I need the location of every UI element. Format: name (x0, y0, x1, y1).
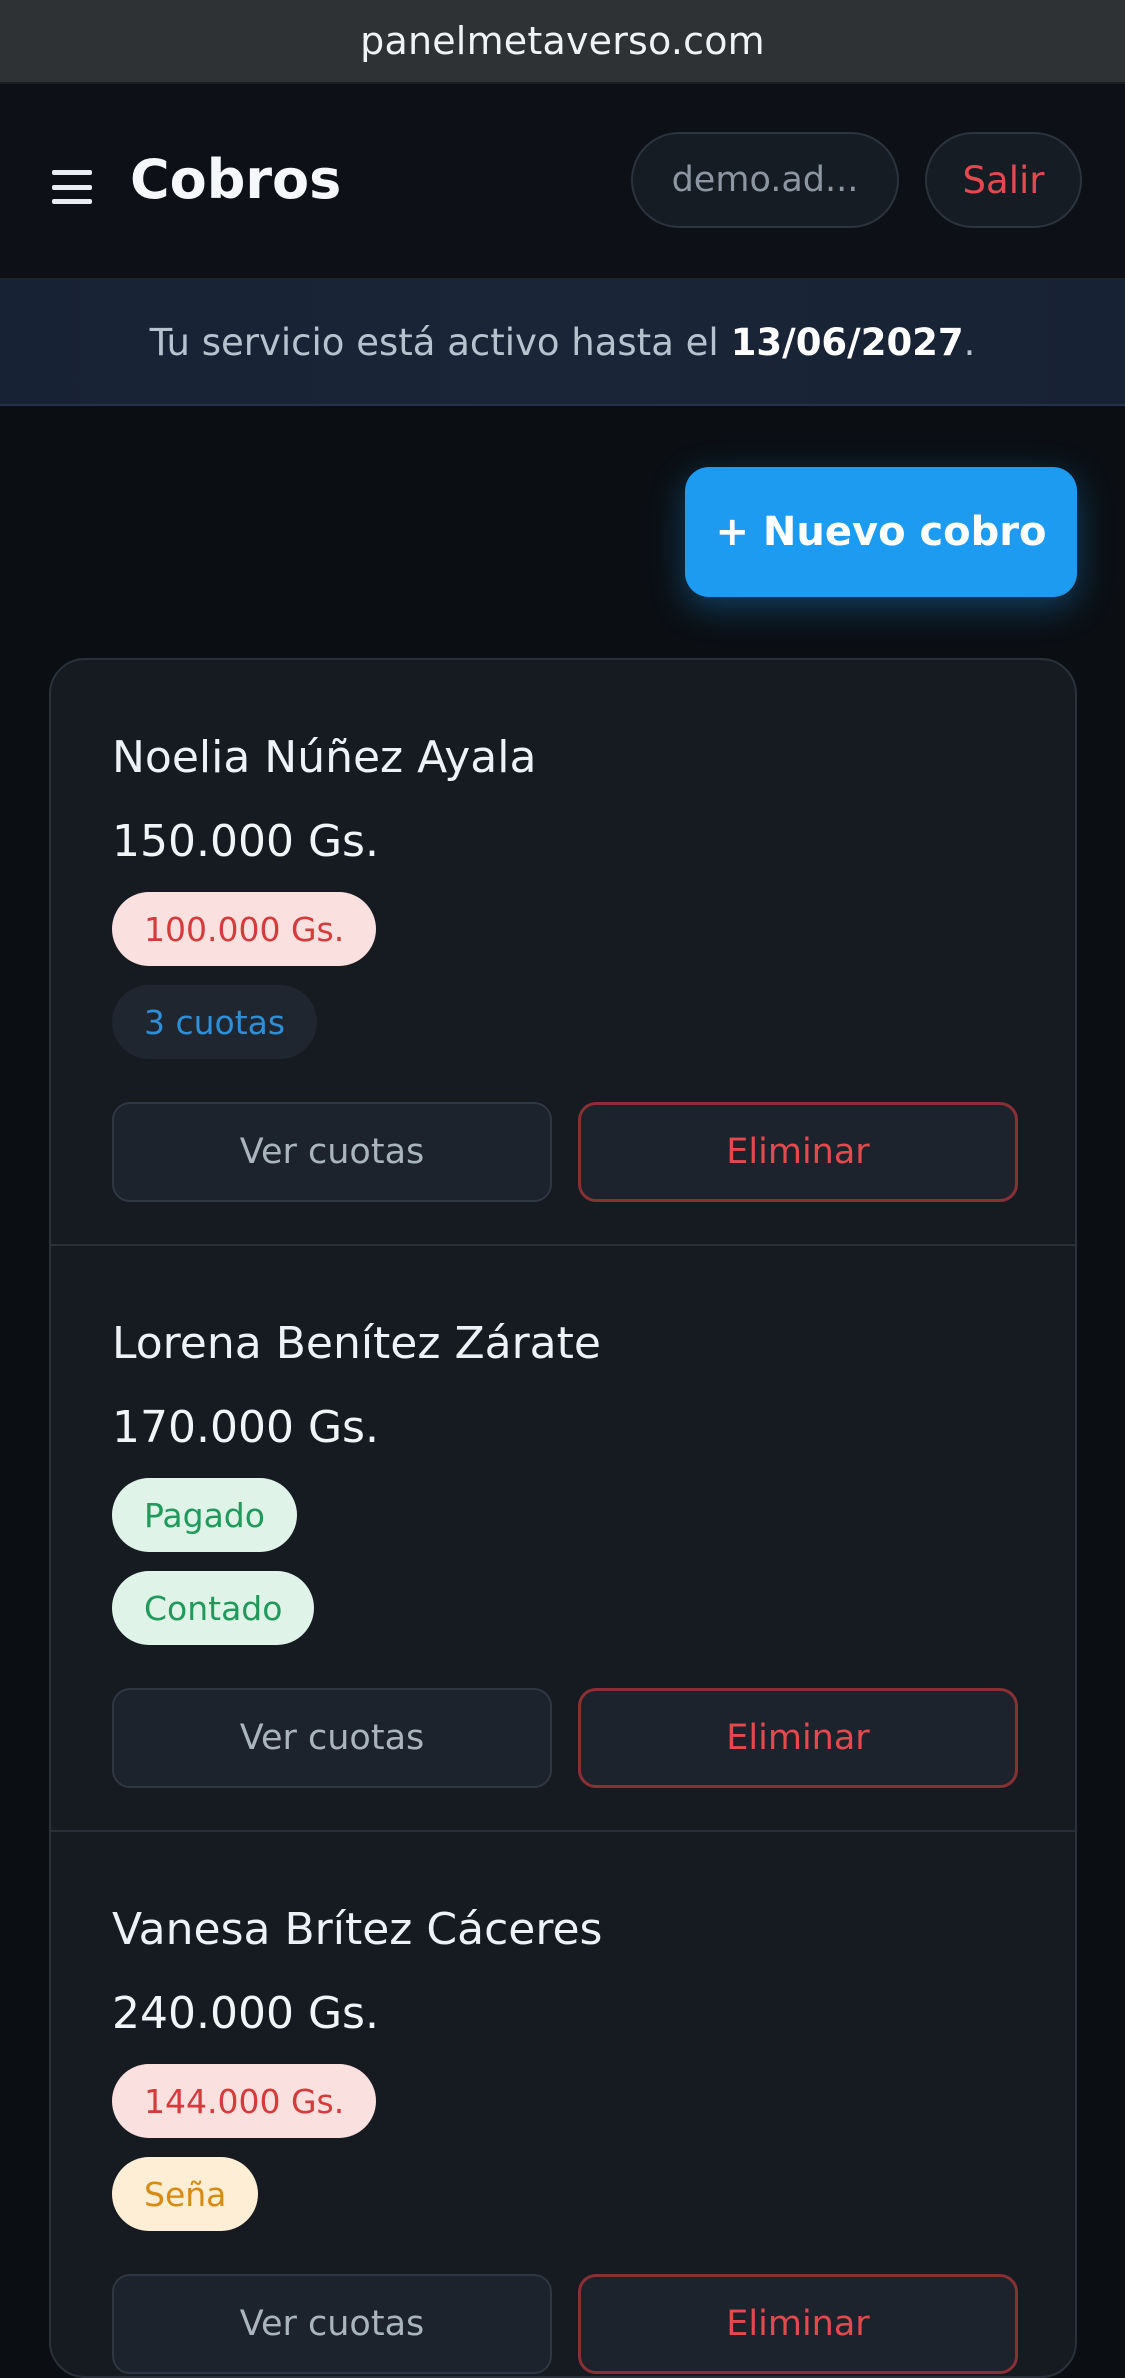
view-installments-button[interactable]: Ver cuotas (112, 2274, 552, 2374)
logout-button[interactable]: Salir (925, 132, 1082, 228)
delete-button[interactable]: Eliminar (578, 1102, 1018, 1202)
charge-item: Lorena Benítez Zárate 170.000 Gs. Pagado… (51, 1246, 1075, 1832)
view-installments-label: Ver cuotas (239, 1132, 425, 1172)
charges-list: Noelia Núñez Ayala 150.000 Gs. 100.000 G… (49, 658, 1077, 2378)
client-name: Vanesa Brítez Cáceres (112, 1904, 603, 1955)
payment-type-badge: Seña (112, 2157, 259, 2231)
service-status-banner: Tu servicio está activo hasta el 13/06/2… (0, 280, 1125, 406)
charge-amount: 170.000 Gs. (112, 1402, 379, 1453)
pending-amount-badge: 144.000 Gs. (112, 2064, 377, 2138)
new-charge-label: + Nuevo cobro (715, 509, 1047, 555)
view-installments-button[interactable]: Ver cuotas (112, 1102, 552, 1202)
delete-button[interactable]: Eliminar (578, 2274, 1018, 2374)
page-title: Cobros (130, 148, 342, 211)
charge-amount: 150.000 Gs. (112, 816, 379, 867)
menu-icon[interactable] (52, 170, 92, 204)
charge-item: Noelia Núñez Ayala 150.000 Gs. 100.000 G… (51, 660, 1075, 1246)
logout-label: Salir (962, 158, 1045, 202)
url-bar[interactable]: panelmetaverso.com (0, 0, 1125, 84)
client-name: Noelia Núñez Ayala (112, 732, 537, 783)
banner-date: 13/06/2027 (730, 320, 964, 364)
user-menu-button[interactable]: demo.ad... (631, 132, 899, 228)
delete-label: Eliminar (726, 2304, 870, 2344)
charge-amount: 240.000 Gs. (112, 1988, 379, 2039)
delete-label: Eliminar (726, 1718, 870, 1758)
url-text: panelmetaverso.com (360, 19, 765, 63)
paid-status-badge: Pagado (112, 1478, 297, 1552)
installments-badge: 3 cuotas (112, 985, 318, 1059)
banner-text: Tu servicio está activo hasta el (149, 320, 719, 364)
payment-type-badge: Contado (112, 1571, 315, 1645)
user-label: demo.ad... (671, 160, 859, 200)
banner-suffix: . (963, 320, 976, 364)
pending-amount-badge: 100.000 Gs. (112, 892, 377, 966)
app-header: Cobros demo.ad... Salir (0, 84, 1125, 280)
view-installments-button[interactable]: Ver cuotas (112, 1688, 552, 1788)
new-charge-button[interactable]: + Nuevo cobro (685, 467, 1077, 597)
client-name: Lorena Benítez Zárate (112, 1318, 601, 1369)
view-installments-label: Ver cuotas (239, 1718, 425, 1758)
charge-item: Vanesa Brítez Cáceres 240.000 Gs. 144.00… (51, 1832, 1075, 2376)
delete-button[interactable]: Eliminar (578, 1688, 1018, 1788)
delete-label: Eliminar (726, 1132, 870, 1172)
view-installments-label: Ver cuotas (239, 2304, 425, 2344)
